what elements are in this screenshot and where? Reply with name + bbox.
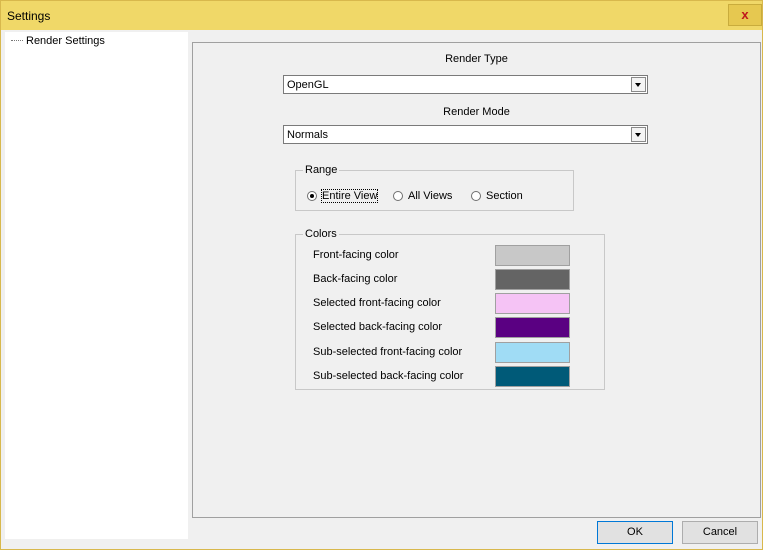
color-row: Selected back-facing color <box>296 316 604 340</box>
range-option-label: Entire View <box>320 189 379 204</box>
range-option-label: Section <box>486 190 523 203</box>
range-legend: Range <box>303 164 340 176</box>
color-row: Back-facing color <box>296 268 604 292</box>
render-type-value: OpenGL <box>287 79 329 91</box>
color-label: Selected back-facing color <box>313 321 443 333</box>
render-mode-select[interactable]: Normals <box>283 125 648 144</box>
title-bar: Settings x <box>1 1 762 30</box>
range-all-views-radio[interactable]: All Views <box>393 190 452 202</box>
close-icon: x <box>741 7 749 22</box>
range-option-label: All Views <box>408 190 453 203</box>
render-mode-label: Render Mode <box>443 106 510 118</box>
tree-connector-icon <box>11 40 23 42</box>
color-swatch-button[interactable] <box>495 269 570 290</box>
render-type-select[interactable]: OpenGL <box>283 75 648 94</box>
render-mode-value: Normals <box>287 129 328 141</box>
chevron-down-icon[interactable] <box>631 77 646 92</box>
color-row: Front-facing color <box>296 244 604 268</box>
colors-group: Colors Front-facing color Back-facing co… <box>295 228 605 390</box>
color-swatch-button[interactable] <box>495 342 570 363</box>
radio-unchecked-icon <box>393 191 403 202</box>
range-group: Range Entire View All Views Section <box>295 164 574 211</box>
colors-legend: Colors <box>303 228 339 240</box>
color-row: Sub-selected back-facing color <box>296 365 604 389</box>
range-entire-view-radio[interactable]: Entire View <box>307 189 379 204</box>
render-settings-panel: Render Type OpenGL Render Mode Normals R… <box>192 42 761 518</box>
color-swatch-button[interactable] <box>495 317 570 338</box>
render-type-label: Render Type <box>445 53 508 65</box>
radio-unchecked-icon <box>471 191 481 202</box>
settings-dialog: Settings x Render Settings Render Type O… <box>0 0 763 550</box>
color-row: Selected front-facing color <box>296 292 604 316</box>
settings-tree: Render Settings <box>5 32 188 539</box>
cancel-button[interactable]: Cancel <box>682 521 758 544</box>
color-swatch-button[interactable] <box>495 245 570 266</box>
color-label: Back-facing color <box>313 273 398 285</box>
radio-checked-icon <box>307 191 317 202</box>
close-button[interactable]: x <box>728 4 762 26</box>
tree-item-render-settings[interactable]: Render Settings <box>11 35 105 47</box>
color-label: Front-facing color <box>313 249 399 261</box>
window-title: Settings <box>7 9 51 23</box>
color-label: Sub-selected front-facing color <box>313 346 463 358</box>
ok-button[interactable]: OK <box>597 521 673 544</box>
color-label: Sub-selected back-facing color <box>313 370 464 382</box>
color-swatch-button[interactable] <box>495 293 570 314</box>
color-swatch-button[interactable] <box>495 366 570 387</box>
range-section-radio[interactable]: Section <box>471 190 523 202</box>
tree-item-label: Render Settings <box>26 35 105 47</box>
color-label: Selected front-facing color <box>313 297 441 309</box>
chevron-down-icon[interactable] <box>631 127 646 142</box>
color-row: Sub-selected front-facing color <box>296 341 604 365</box>
